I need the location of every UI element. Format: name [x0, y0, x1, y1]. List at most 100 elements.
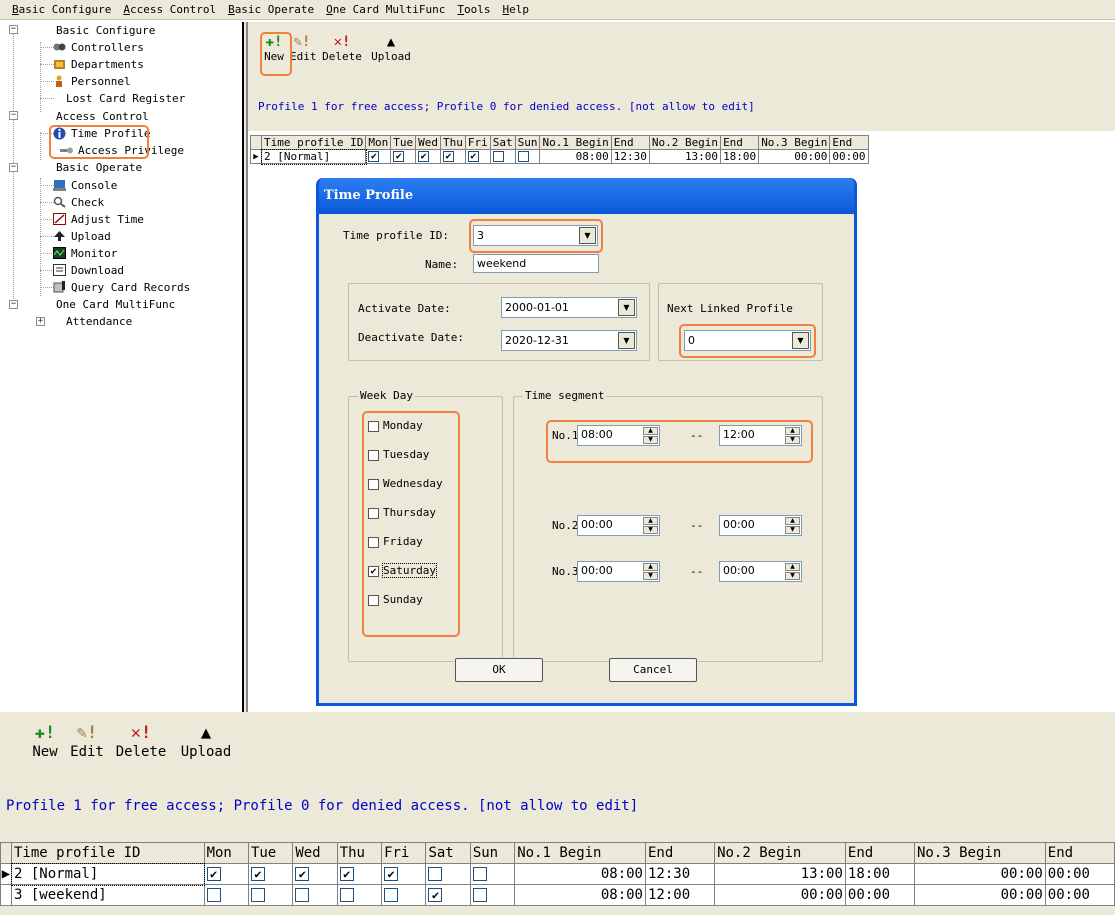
spin-up-icon[interactable]: ▲	[785, 563, 800, 571]
grid-header[interactable]: Tue	[247, 842, 294, 864]
edit-button[interactable]: ✎! Edit	[290, 34, 317, 63]
grid-header[interactable]: End	[720, 135, 760, 150]
grid-header[interactable]: Mon	[203, 842, 249, 864]
unchecked-checkbox[interactable]	[368, 420, 379, 432]
day-cell[interactable]: ✔	[415, 149, 441, 164]
upload-button-zoomed[interactable]: ▲ Upload	[176, 722, 236, 760]
day-cell[interactable]	[381, 884, 427, 906]
spin-up-icon[interactable]: ▲	[643, 517, 658, 525]
dropdown-arrow-icon[interactable]: ▼	[618, 332, 635, 349]
grid-header[interactable]: Thu	[336, 842, 383, 864]
time-cell[interactable]: 00:00	[844, 884, 915, 906]
unchecked-checkbox[interactable]	[206, 888, 221, 902]
time-cell[interactable]: 18:00	[720, 149, 760, 164]
spin-down-icon[interactable]: ▼	[785, 436, 800, 444]
spin-up-icon[interactable]: ▲	[643, 563, 658, 571]
grid-header[interactable]: Wed	[415, 135, 441, 150]
day-cell[interactable]: ✔	[247, 863, 294, 885]
checked-checkbox[interactable]: ✔	[339, 867, 354, 881]
next-linked-combo[interactable]: 0 ▼	[684, 330, 811, 351]
segment-end-spinner[interactable]: 00:00 ▲ ▼	[719, 561, 802, 582]
day-cell[interactable]	[203, 884, 249, 906]
profile-id-combo[interactable]: 3 ▼	[473, 225, 598, 246]
unchecked-checkbox[interactable]	[368, 536, 379, 548]
tree-time-profile[interactable]: Time Profile	[53, 127, 152, 140]
profile-id-cell[interactable]: 3 [weekend]	[11, 884, 205, 906]
menu-basic-operate[interactable]: Basic Operate	[222, 3, 320, 16]
new-button[interactable]: ✚! New	[262, 34, 286, 63]
menu-tools[interactable]: Tools	[451, 3, 496, 16]
tree-basic-configure[interactable]: Basic Configure	[54, 24, 157, 37]
delete-button-zoomed[interactable]: ✕! Delete	[112, 722, 170, 760]
tree-access-privilege[interactable]: Access Privilege	[60, 144, 186, 157]
tree-access-control[interactable]: Access Control	[54, 110, 151, 123]
weekday-saturday[interactable]: ✔ Saturday	[368, 563, 437, 578]
grid-header[interactable]: Tue	[390, 135, 417, 150]
tree-attendance[interactable]: Attendance	[64, 315, 134, 328]
day-cell[interactable]: ✔	[203, 863, 249, 885]
time-cell[interactable]: 00:00	[714, 884, 846, 906]
tree-basic-operate[interactable]: Basic Operate	[54, 161, 144, 174]
time-cell[interactable]: 12:00	[644, 884, 716, 906]
unchecked-checkbox[interactable]	[295, 888, 310, 902]
profiles-grid-zoomed[interactable]: Time profile ID Mon Tue Wed Thu Fri Sat Sun No.1…	[0, 842, 1115, 906]
unchecked-checkbox[interactable]	[368, 594, 379, 606]
grid-header[interactable]: No.1 Begin	[514, 842, 646, 864]
day-cell[interactable]	[469, 884, 516, 906]
grid-header[interactable]: Fri	[381, 842, 427, 864]
day-cell[interactable]: ✔	[464, 149, 491, 164]
segment-begin-spinner[interactable]: 00:00 ▲ ▼	[577, 561, 660, 582]
checked-checkbox[interactable]: ✔	[206, 867, 221, 881]
upload-button[interactable]: ▲ Upload	[368, 34, 414, 63]
unchecked-checkbox[interactable]	[472, 867, 487, 881]
tree-personnel[interactable]: Personnel	[53, 75, 133, 88]
cancel-button[interactable]: Cancel	[609, 658, 697, 682]
unchecked-checkbox[interactable]	[384, 888, 399, 902]
profiles-grid-small[interactable]: Time profile ID Mon Tue Wed Thu Fri Sat Sun No.1…	[250, 135, 869, 165]
grid-header[interactable]: No.2 Begin	[648, 135, 722, 150]
day-cell[interactable]: ✔	[292, 863, 338, 885]
grid-header[interactable]: Mon	[365, 135, 392, 150]
time-cell[interactable]: 00:00	[758, 149, 831, 164]
grid-header[interactable]: End	[844, 842, 915, 864]
collapse-one-card-icon[interactable]: −	[9, 300, 18, 309]
segment-end-spinner[interactable]: 12:00 ▲ ▼	[719, 425, 802, 446]
dropdown-arrow-icon[interactable]: ▼	[618, 299, 635, 316]
day-cell[interactable]	[247, 884, 294, 906]
unchecked-checkbox[interactable]	[428, 867, 443, 881]
tree-monitor[interactable]: Monitor	[53, 247, 119, 260]
tree-download[interactable]: Download	[53, 264, 126, 277]
dialog-title[interactable]: Time Profile	[319, 178, 854, 214]
checked-checkbox[interactable]: ✔	[384, 867, 399, 881]
unchecked-checkbox[interactable]	[250, 888, 265, 902]
grid-header[interactable]: Sat	[425, 842, 471, 864]
day-cell[interactable]	[514, 149, 541, 164]
day-cell[interactable]	[292, 884, 338, 906]
table-row[interactable]: ▶ 2 [Normal] ✔ ✔ ✔ ✔ ✔ 08:00 12:30 13:00 18:00 00:0…	[0, 862, 1115, 886]
checked-checkbox[interactable]: ✔	[368, 151, 380, 162]
time-cell[interactable]: 00:00	[1044, 884, 1115, 906]
checked-checkbox[interactable]: ✔	[442, 151, 454, 162]
time-cell[interactable]: 00:00	[829, 149, 869, 164]
day-cell[interactable]: ✔	[439, 149, 466, 164]
unchecked-checkbox[interactable]	[368, 478, 379, 490]
checked-checkbox[interactable]: ✔	[393, 151, 405, 162]
day-cell[interactable]	[425, 863, 471, 885]
profile-id-cell[interactable]: 2 [Normal]	[10, 862, 206, 886]
checked-checkbox[interactable]: ✔	[368, 565, 379, 577]
table-row[interactable]: 3 [weekend] ✔ 08:00 12:00 00:00 00:00 00:00 00:…	[0, 884, 1115, 906]
menu-help[interactable]: Help	[497, 3, 536, 16]
grid-header[interactable]: Sun	[514, 135, 541, 150]
day-cell[interactable]: ✔	[390, 149, 417, 164]
collapse-basic-operate-icon[interactable]: −	[9, 163, 18, 172]
dropdown-arrow-icon[interactable]: ▼	[579, 227, 596, 244]
checked-checkbox[interactable]: ✔	[467, 151, 479, 162]
dropdown-arrow-icon[interactable]: ▼	[792, 332, 809, 349]
grid-header[interactable]: No.2 Begin	[714, 842, 846, 864]
spin-down-icon[interactable]: ▼	[643, 436, 658, 444]
ok-button[interactable]: OK	[455, 658, 543, 682]
grid-header[interactable]: No.3 Begin	[913, 842, 1046, 864]
collapse-basic-configure-icon[interactable]: −	[9, 25, 18, 34]
tree-controllers[interactable]: Controllers	[53, 41, 146, 54]
unchecked-checkbox[interactable]	[339, 888, 354, 902]
